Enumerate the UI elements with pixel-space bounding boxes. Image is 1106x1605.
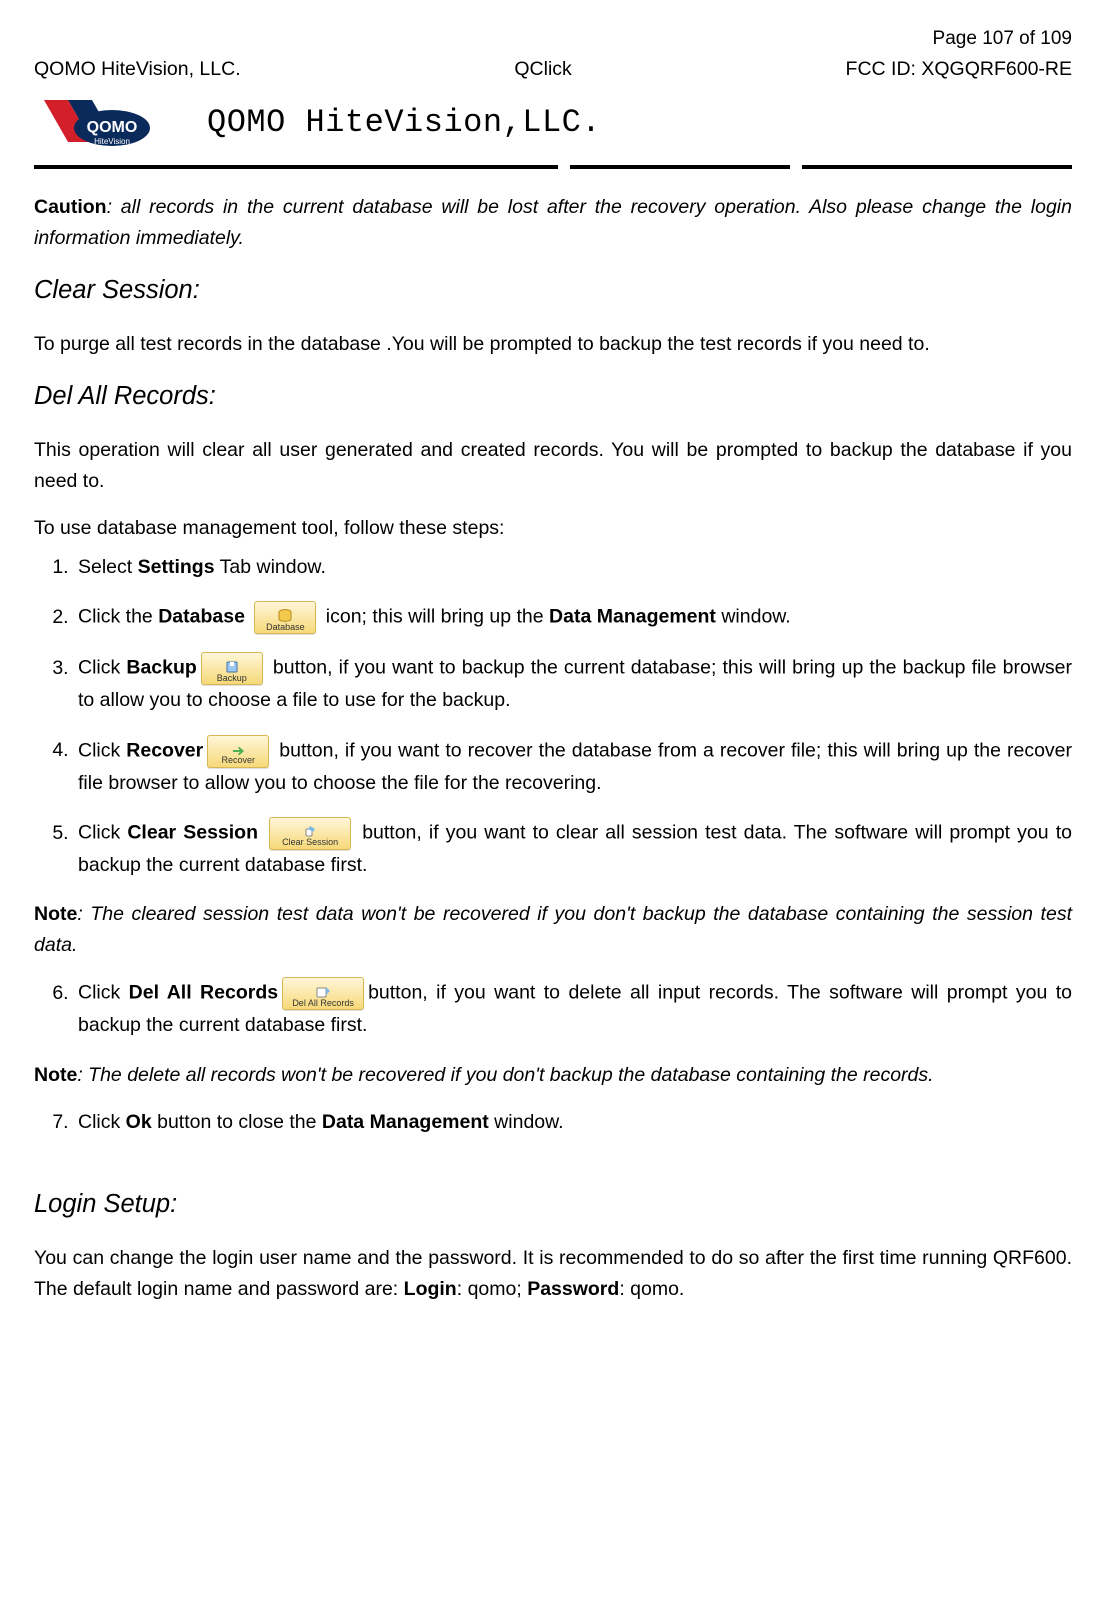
caution-text: : all records in the current database wi…	[34, 196, 1072, 249]
del-all-records-icon: Del All Records	[282, 977, 364, 1010]
qomo-logo-icon: QOMO HiteVision	[34, 92, 189, 154]
company-name: QOMO HiteVision, LLC.	[34, 54, 241, 85]
clear-session-title: Clear Session:	[34, 270, 1072, 311]
svg-text:HiteVision: HiteVision	[94, 137, 130, 146]
del-all-lead: To use database management tool, follow …	[34, 513, 1072, 544]
brand-row: QOMO HiteVision QOMO HiteVision,LLC.	[34, 92, 1072, 154]
page-info: Page 107 of 109	[933, 24, 1072, 54]
caution-paragraph: Caution: all records in the current data…	[34, 192, 1072, 254]
product-name: QClick	[514, 54, 571, 85]
steps-list: Select Settings Tab window. Click the Da…	[74, 552, 1072, 881]
brand-text: QOMO HiteVision,LLC.	[207, 97, 601, 148]
page-total: 109	[1040, 28, 1072, 49]
page-of: of	[1014, 28, 1040, 49]
step-7: Click Ok button to close the Data Manage…	[74, 1107, 1072, 1138]
header: Page 107 of 109	[34, 24, 1072, 54]
steps-list-2: Click Del All Records Del All Records bu…	[74, 977, 1072, 1041]
backup-icon: Backup	[201, 652, 263, 685]
step-6: Click Del All Records Del All Records bu…	[74, 977, 1072, 1041]
header-row-2: QOMO HiteVision, LLC. QClick FCC ID: XQG…	[34, 54, 1072, 85]
database-icon: Database	[254, 601, 316, 634]
caution-label: Caution	[34, 196, 107, 218]
fcc-id: FCC ID: XQGQRF600-RE	[846, 54, 1072, 85]
svg-text:QOMO: QOMO	[87, 119, 138, 136]
clear-session-icon: Clear Session	[269, 817, 351, 850]
step-2: Click the Database Database icon; this w…	[74, 601, 1072, 634]
step-5: Click Clear Session Clear Session button…	[74, 817, 1072, 881]
login-setup-title: Login Setup:	[34, 1184, 1072, 1225]
login-setup-body: You can change the login user name and t…	[34, 1243, 1072, 1305]
del-all-title: Del All Records:	[34, 376, 1072, 417]
step-4: Click Recover Recover button, if you wan…	[74, 735, 1072, 799]
note-1: Note: The cleared session test data won'…	[34, 899, 1072, 961]
step-3: Click Backup Backup button, if you want …	[74, 652, 1072, 716]
step-1: Select Settings Tab window.	[74, 552, 1072, 583]
steps-list-3: Click Ok button to close the Data Manage…	[74, 1107, 1072, 1138]
note-2: Note: The delete all records won't be re…	[34, 1060, 1072, 1091]
recover-icon: Recover	[207, 735, 269, 768]
header-divider	[34, 164, 1072, 170]
page-label: Page	[933, 28, 983, 49]
page-current: 107	[982, 28, 1014, 49]
clear-session-body: To purge all test records in the databas…	[34, 329, 1072, 360]
del-all-intro: This operation will clear all user gener…	[34, 435, 1072, 497]
